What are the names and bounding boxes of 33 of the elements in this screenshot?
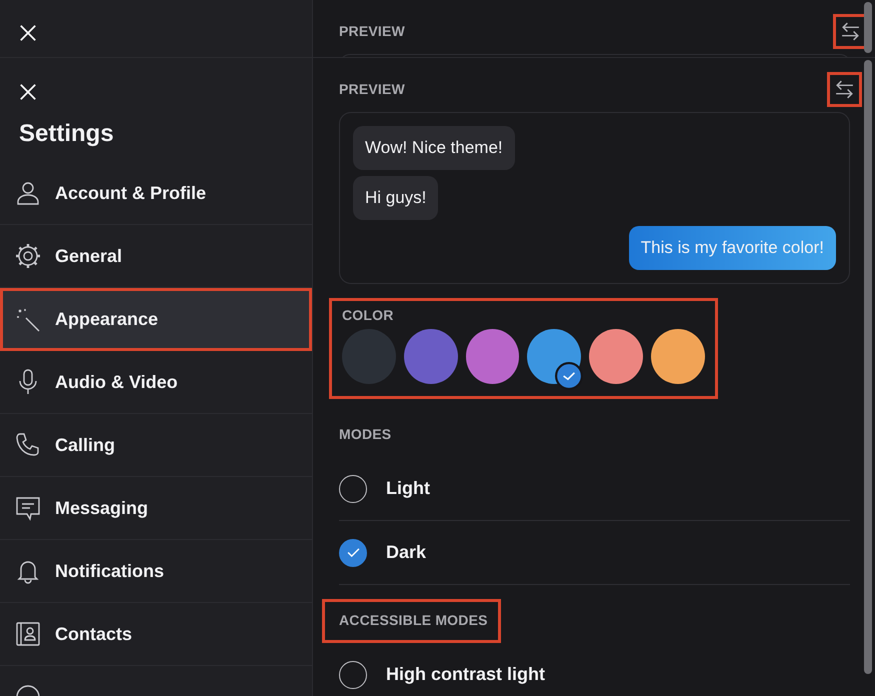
- mode-label: Light: [386, 478, 430, 499]
- contact-icon: [14, 620, 42, 648]
- radio-button[interactable]: [339, 538, 367, 566]
- radio-button[interactable]: [339, 660, 367, 688]
- radio-button[interactable]: [339, 474, 367, 502]
- settings-title: Settings: [18, 119, 115, 149]
- section-label: ACCESSIBLE MODES: [339, 612, 488, 628]
- check-icon: [346, 548, 360, 557]
- swap-icon: [840, 20, 861, 42]
- section-label: COLOR: [342, 307, 395, 323]
- swap-icon: [834, 78, 855, 100]
- mode-label: Dark: [386, 542, 426, 563]
- sidebar-item[interactable]: Notifications: [0, 540, 312, 603]
- scrollbar[interactable]: [864, 60, 872, 674]
- close-icon[interactable]: [19, 83, 37, 101]
- sidebar-item[interactable]: Calling: [0, 414, 312, 477]
- sidebar-item[interactable]: Audio & Video: [0, 351, 312, 414]
- sidebar-item[interactable]: Appearance: [0, 288, 312, 351]
- sidebar-item[interactable]: Account & Profile: [0, 162, 312, 225]
- chat-bubble: Hi guys!: [353, 176, 438, 220]
- scrollbar[interactable]: [864, 2, 872, 53]
- section-label: PREVIEW: [339, 81, 405, 97]
- swap-button[interactable]: [827, 72, 862, 106]
- chat-bubble: Wow! Nice theme!: [353, 126, 515, 170]
- section-label: PREVIEW: [339, 23, 405, 39]
- mode-label: High contrast light: [386, 664, 545, 685]
- sidebar-item[interactable]: Messaging: [0, 477, 312, 540]
- check-icon: [555, 362, 584, 390]
- chat-bubble: This is my favorite color!: [628, 226, 836, 270]
- sidebar-item[interactable]: Contacts: [0, 603, 312, 666]
- section-label: MODES: [339, 426, 392, 442]
- gear-icon: [14, 242, 42, 270]
- close-icon[interactable]: [19, 24, 37, 42]
